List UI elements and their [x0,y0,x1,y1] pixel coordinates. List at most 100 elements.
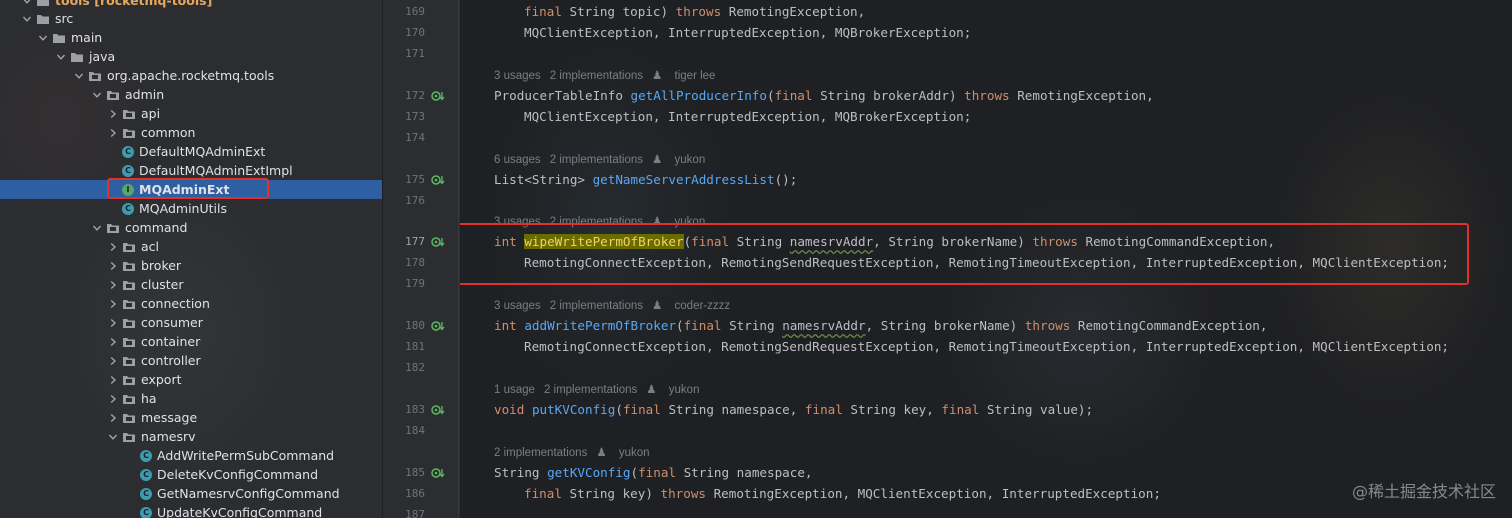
tree-item-export[interactable]: export [0,370,382,389]
author-hint[interactable]: ♟︎ yukon [652,154,714,166]
tree-item-api[interactable]: api [0,104,382,123]
chevron-right-icon[interactable] [106,316,120,330]
author-hint[interactable]: ♟︎ yukon [646,384,708,396]
tree-item-defaultmqadminext[interactable]: C DefaultMQAdminExt [0,142,382,161]
line-number[interactable]: 176 [383,194,425,207]
implementations-hint[interactable]: 2 implementations [494,447,587,459]
line-number[interactable]: 174 [383,131,425,144]
chevron-down-icon[interactable] [20,0,34,8]
line-number[interactable]: 184 [383,424,425,437]
tree-item-container[interactable]: container [0,332,382,351]
tree-item-java[interactable]: java [0,47,382,66]
line-number[interactable]: 173 [383,110,425,123]
method-name[interactable]: putKVConfig [532,402,615,417]
tree-item-deletekvconfigcommand[interactable]: C DeleteKvConfigCommand [0,465,382,484]
tree-item-ha[interactable]: ha [0,389,382,408]
tree-item-namesrv[interactable]: namesrv [0,427,382,446]
inlay-hint-175[interactable]: 6 usages 2 implementations ♟︎ yukon [494,152,723,166]
tree-item-consumer[interactable]: consumer [0,313,382,332]
implementation-gutter-icon[interactable] [431,174,445,186]
tree-item-command[interactable]: command [0,218,382,237]
chevron-down-icon[interactable] [106,430,120,444]
usages-hint[interactable]: 1 usage [494,384,535,396]
tree-item-src[interactable]: src [0,9,382,28]
implementations-hint[interactable]: 2 implementations [550,216,643,228]
line-number[interactable]: 171 [383,47,425,60]
implementation-gutter-icon[interactable] [431,320,445,332]
usages-hint[interactable]: 3 usages [494,70,541,82]
line-number[interactable]: 186 [383,487,425,500]
inlay-hint-185[interactable]: 2 implementations ♟︎ yukon [494,445,668,459]
line-number[interactable]: 182 [383,361,425,374]
implementations-hint[interactable]: 2 implementations [550,70,643,82]
tree-item-connection[interactable]: connection [0,294,382,313]
line-number[interactable]: 183 [383,403,425,416]
method-name[interactable]: addWritePermOfBroker [524,318,676,333]
chevron-right-icon[interactable] [106,126,120,140]
chevron-down-icon[interactable] [54,50,68,64]
implementations-hint[interactable]: 2 implementations [544,384,637,396]
line-number[interactable]: 180 [383,319,425,332]
implementation-gutter-icon[interactable] [431,236,445,248]
method-name-highlighted[interactable]: wipeWritePermOfBroker [524,234,684,249]
tree-item-broker[interactable]: broker [0,256,382,275]
tree-item-mqadminutils[interactable]: C MQAdminUtils [0,199,382,218]
line-number[interactable]: 181 [383,340,425,353]
line-number[interactable]: 172 [383,89,425,102]
usages-hint[interactable]: 6 usages [494,154,541,166]
chevron-right-icon[interactable] [106,354,120,368]
line-number[interactable]: 175 [383,173,425,186]
tree-item-defaultmqadminextimpl[interactable]: C DefaultMQAdminExtImpl [0,161,382,180]
chevron-right-icon[interactable] [106,373,120,387]
tree-item-controller[interactable]: controller [0,351,382,370]
tree-item-cluster[interactable]: cluster [0,275,382,294]
tree-item-acl[interactable]: acl [0,237,382,256]
author-hint[interactable]: ♟︎ yukon [652,216,714,228]
line-number[interactable]: 178 [383,256,425,269]
tree-item-updatekvconfigcommand[interactable]: C UpdateKvConfigCommand [0,503,382,518]
chevron-right-icon[interactable] [106,259,120,273]
inlay-hint-180[interactable]: 3 usages 2 implementations ♟︎ coder-zzzz [494,298,748,312]
chevron-right-icon[interactable] [106,240,120,254]
line-number[interactable]: 170 [383,26,425,39]
chevron-right-icon[interactable] [106,107,120,121]
chevron-down-icon[interactable] [90,88,104,102]
implementations-hint[interactable]: 2 implementations [550,300,643,312]
chevron-down-icon[interactable] [90,221,104,235]
tree-item-main[interactable]: main [0,28,382,47]
code-editor[interactable]: final String topic) throws RemotingExcep… [460,0,1512,518]
author-hint[interactable]: ♟︎ tiger lee [652,70,724,82]
tree-item-common[interactable]: common [0,123,382,142]
tree-item-org-apache-rocketmq-tools[interactable]: org.apache.rocketmq.tools [0,66,382,85]
author-hint[interactable]: ♟︎ coder-zzzz [652,300,739,312]
method-name[interactable]: getNameServerAddressList [593,172,775,187]
chevron-down-icon[interactable] [20,12,34,26]
method-name[interactable]: getAllProducerInfo [630,88,766,103]
tree-item-getnamesrvconfigcommand[interactable]: C GetNamesrvConfigCommand [0,484,382,503]
tree-item-mqadminext[interactable]: I MQAdminExt [0,180,382,199]
author-hint[interactable]: ♟︎ yukon [596,447,658,459]
chevron-right-icon[interactable] [106,297,120,311]
line-number[interactable]: 185 [383,466,425,479]
inlay-hint-177[interactable]: 3 usages 2 implementations ♟︎ yukon [494,214,723,228]
tree-item-message[interactable]: message [0,408,382,427]
inlay-hint-172[interactable]: 3 usages 2 implementations ♟︎ tiger lee [494,68,733,82]
implementation-gutter-icon[interactable] [431,404,445,416]
chevron-right-icon[interactable] [106,411,120,425]
chevron-right-icon[interactable] [106,335,120,349]
implementations-hint[interactable]: 2 implementations [550,154,643,166]
line-number[interactable]: 187 [383,508,425,518]
chevron-down-icon[interactable] [36,31,50,45]
implementation-gutter-icon[interactable] [431,467,445,479]
chevron-right-icon[interactable] [106,278,120,292]
usages-hint[interactable]: 3 usages [494,300,541,312]
inlay-hint-183[interactable]: 1 usage 2 implementations ♟︎ yukon [494,382,717,396]
line-number[interactable]: 177 [383,235,425,248]
chevron-down-icon[interactable] [72,69,86,83]
chevron-right-icon[interactable] [106,392,120,406]
line-number[interactable]: 179 [383,277,425,290]
implementation-gutter-icon[interactable] [431,90,445,102]
method-name[interactable]: getKVConfig [547,465,630,480]
usages-hint[interactable]: 3 usages [494,216,541,228]
tree-item-admin[interactable]: admin [0,85,382,104]
